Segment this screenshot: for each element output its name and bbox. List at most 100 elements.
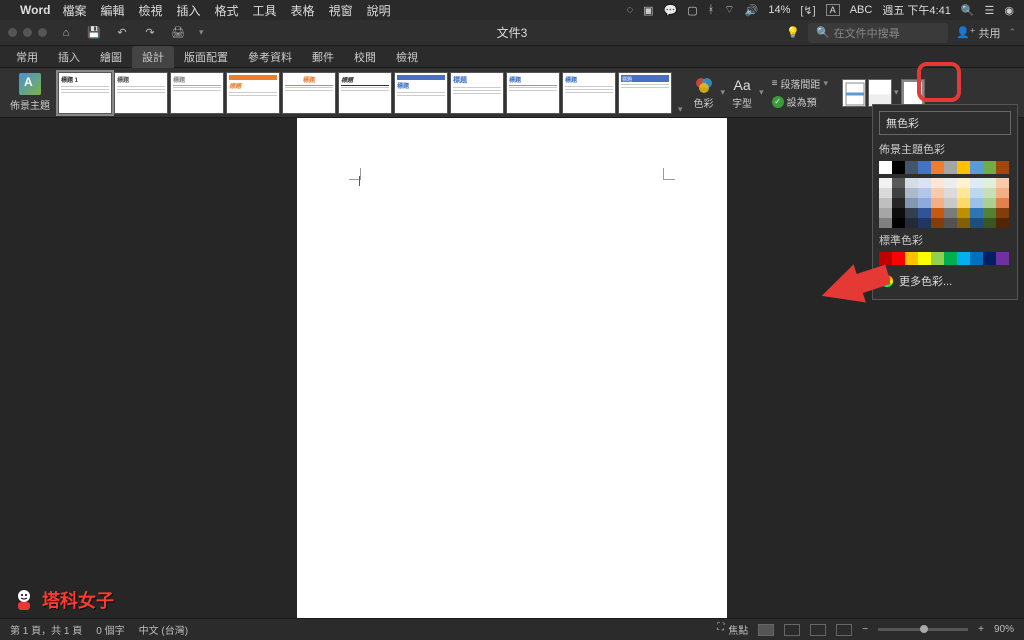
color-swatch[interactable] bbox=[905, 178, 918, 188]
status-icon[interactable]: ◌ bbox=[627, 4, 634, 16]
color-swatch[interactable] bbox=[905, 161, 918, 174]
view-print-layout[interactable] bbox=[758, 624, 774, 636]
menu-edit[interactable]: 編輯 bbox=[100, 2, 124, 19]
color-swatch[interactable] bbox=[931, 218, 944, 228]
color-swatch[interactable] bbox=[879, 178, 892, 188]
styleset-thumb[interactable]: 標題 bbox=[618, 72, 672, 114]
page-color-button[interactable] bbox=[868, 79, 892, 107]
color-swatch[interactable] bbox=[970, 161, 983, 174]
zoom-out[interactable]: − bbox=[862, 624, 868, 635]
color-swatch[interactable] bbox=[879, 161, 892, 174]
undo-icon[interactable]: ↶ bbox=[115, 26, 129, 40]
color-swatch[interactable] bbox=[892, 218, 905, 228]
styleset-thumb[interactable]: 標題 bbox=[562, 72, 616, 114]
color-swatch[interactable] bbox=[918, 208, 931, 218]
document-area[interactable] bbox=[0, 118, 1024, 618]
color-swatch[interactable] bbox=[931, 252, 944, 265]
color-swatch[interactable] bbox=[944, 218, 957, 228]
color-swatch[interactable] bbox=[996, 208, 1009, 218]
styleset-thumb[interactable]: 標題 bbox=[394, 72, 448, 114]
color-swatch[interactable] bbox=[957, 161, 970, 174]
color-swatch[interactable] bbox=[957, 178, 970, 188]
home-icon[interactable]: ⌂ bbox=[59, 26, 73, 40]
styleset-thumb[interactable]: 標題 bbox=[226, 72, 280, 114]
zoom-slider[interactable] bbox=[878, 628, 968, 631]
menu-view[interactable]: 檢視 bbox=[138, 2, 162, 19]
tab-design[interactable]: 設計 bbox=[132, 46, 174, 68]
color-swatch[interactable] bbox=[918, 178, 931, 188]
color-swatch[interactable] bbox=[996, 218, 1009, 228]
tab-insert[interactable]: 插入 bbox=[48, 46, 90, 68]
airplay-icon[interactable]: ▢ bbox=[687, 4, 697, 17]
color-swatch[interactable] bbox=[957, 252, 970, 265]
color-swatch[interactable] bbox=[918, 218, 931, 228]
color-swatch[interactable] bbox=[996, 178, 1009, 188]
color-swatch[interactable] bbox=[892, 208, 905, 218]
styleset-thumb[interactable]: 標題 bbox=[338, 72, 392, 114]
no-color-option[interactable]: 無色彩 bbox=[879, 111, 1011, 135]
zoom-in[interactable]: + bbox=[978, 624, 984, 635]
save-icon[interactable]: 💾 bbox=[87, 26, 101, 40]
color-swatch[interactable] bbox=[918, 252, 931, 265]
color-swatch[interactable] bbox=[970, 218, 983, 228]
color-swatch[interactable] bbox=[931, 161, 944, 174]
color-swatch[interactable] bbox=[996, 188, 1009, 198]
color-swatch[interactable] bbox=[892, 198, 905, 208]
notification-icon[interactable]: ☰ bbox=[985, 4, 995, 17]
print-icon[interactable]: 🖨 bbox=[171, 26, 185, 40]
color-swatch[interactable] bbox=[892, 178, 905, 188]
color-swatch[interactable] bbox=[970, 188, 983, 198]
color-swatch[interactable] bbox=[957, 188, 970, 198]
color-swatch[interactable] bbox=[892, 188, 905, 198]
styleset-thumb[interactable]: 標題 bbox=[450, 72, 504, 114]
tab-references[interactable]: 參考資料 bbox=[238, 46, 302, 68]
fonts-button[interactable]: Aa 字型 bbox=[729, 76, 755, 110]
color-swatch[interactable] bbox=[905, 198, 918, 208]
word-count[interactable]: 0 個字 bbox=[96, 622, 124, 637]
lightbulb-icon[interactable]: 💡 bbox=[786, 26, 800, 39]
wifi-icon[interactable]: ⌔ bbox=[724, 3, 734, 17]
color-swatch[interactable] bbox=[879, 208, 892, 218]
view-draft[interactable] bbox=[836, 624, 852, 636]
page-count[interactable]: 第 1 頁，共 1 頁 bbox=[10, 622, 82, 637]
color-swatch[interactable] bbox=[931, 178, 944, 188]
color-swatch[interactable] bbox=[918, 188, 931, 198]
color-swatch[interactable] bbox=[983, 178, 996, 188]
menu-window[interactable]: 視窗 bbox=[329, 2, 353, 19]
color-swatch[interactable] bbox=[931, 198, 944, 208]
color-swatch[interactable] bbox=[944, 198, 957, 208]
color-swatch[interactable] bbox=[957, 218, 970, 228]
color-swatch[interactable] bbox=[879, 218, 892, 228]
tab-mailings[interactable]: 郵件 bbox=[302, 46, 344, 68]
close-dot[interactable] bbox=[8, 28, 17, 37]
color-swatch[interactable] bbox=[879, 252, 892, 265]
menu-table[interactable]: 表格 bbox=[291, 2, 315, 19]
siri-icon[interactable]: ◉ bbox=[1004, 4, 1014, 17]
themes-button[interactable]: A 佈景主題 bbox=[6, 70, 54, 115]
language[interactable]: 中文 (台灣) bbox=[139, 622, 188, 637]
paragraph-spacing-button[interactable]: ≡ 段落間距 ▾ bbox=[772, 76, 828, 91]
collapse-ribbon-icon[interactable]: ⌃ bbox=[1008, 27, 1016, 38]
share-button[interactable]: 👤⁺ 共用 bbox=[956, 25, 1001, 41]
colors-button[interactable]: 色彩 bbox=[691, 76, 717, 110]
color-swatch[interactable] bbox=[918, 161, 931, 174]
colors-dropdown-icon[interactable]: ▾ bbox=[721, 87, 726, 98]
menu-format[interactable]: 格式 bbox=[215, 2, 239, 19]
battery-icon[interactable]: [↯] bbox=[800, 4, 815, 17]
menu-help[interactable]: 說明 bbox=[367, 2, 391, 19]
set-default-button[interactable]: ✓ 設為預 bbox=[772, 94, 828, 109]
color-swatch[interactable] bbox=[931, 208, 944, 218]
color-swatch[interactable] bbox=[944, 178, 957, 188]
search-input[interactable]: 🔍 在文件中搜尋 bbox=[808, 23, 948, 43]
color-swatch[interactable] bbox=[983, 161, 996, 174]
color-swatch[interactable] bbox=[931, 188, 944, 198]
minimize-dot[interactable] bbox=[23, 28, 32, 37]
zoom-dot[interactable] bbox=[38, 28, 47, 37]
watermark-button[interactable] bbox=[842, 79, 866, 107]
styleset-thumb[interactable]: 標題 bbox=[170, 72, 224, 114]
tab-draw[interactable]: 繪圖 bbox=[90, 46, 132, 68]
color-swatch[interactable] bbox=[892, 161, 905, 174]
zoom-level[interactable]: 90% bbox=[994, 624, 1014, 635]
fonts-dropdown-icon[interactable]: ▾ bbox=[759, 87, 764, 98]
redo-icon[interactable]: ↷ bbox=[143, 26, 157, 40]
